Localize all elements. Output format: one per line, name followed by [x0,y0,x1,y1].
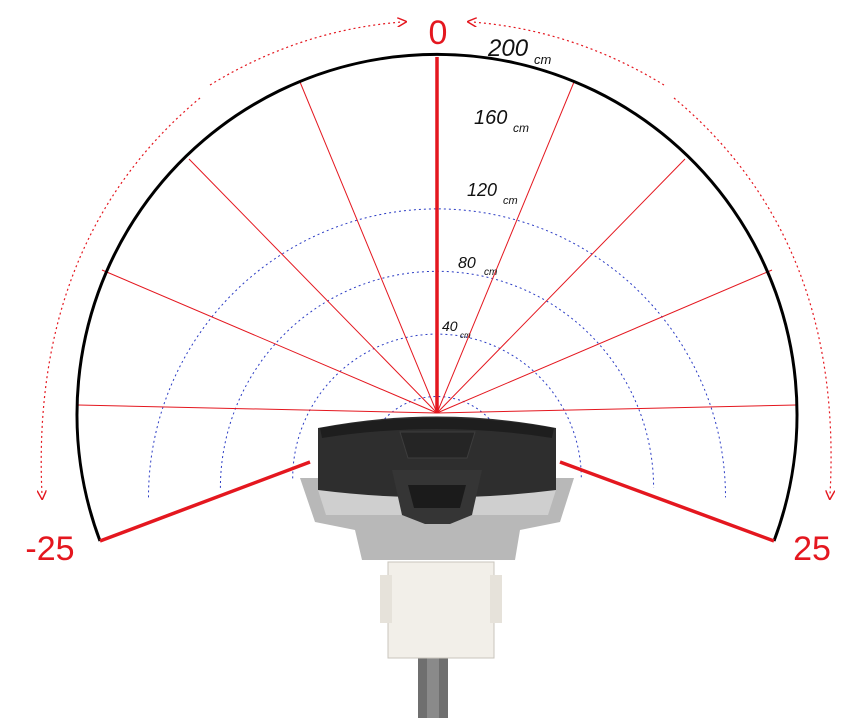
beam-line [77,404,438,414]
beam-line [188,158,438,414]
range-label-200: 200 cm [487,35,552,67]
sensor-connector [387,561,495,659]
ir-sensor-image [300,416,574,718]
svg-text:cm: cm [484,267,497,278]
right-side-arrow [673,97,831,495]
range-label-120: 120 cm [467,180,518,207]
svg-text:160: 160 [474,107,507,129]
direction-label-right: 25 [793,530,831,568]
direction-label-left: -25 [25,530,74,568]
range-label-40: 40 cm [442,318,471,340]
svg-text:cm: cm [513,121,529,135]
range-label-160: 160 cm [474,107,529,135]
svg-text:cm: cm [534,52,552,67]
left-side-arrow [41,97,201,495]
ir-sensor-range-diagram: 0 -25 25 40 cm 80 cm 120 cm 160 cm 200 c… [25,14,853,718]
left-boundary-line [99,460,311,543]
svg-text:40: 40 [442,318,458,334]
right-boundary-line [559,460,775,543]
svg-text:200: 200 [487,35,529,62]
sensor-window [399,431,476,459]
svg-text:cm: cm [503,195,518,207]
svg-text:80: 80 [458,255,476,272]
range-label-80: 80 cm [458,255,497,278]
direction-label-center: 0 [429,14,448,52]
left-top-arrow [209,22,402,86]
svg-text:120: 120 [467,180,497,200]
beam-line [436,404,797,414]
svg-text:cm: cm [460,331,471,340]
